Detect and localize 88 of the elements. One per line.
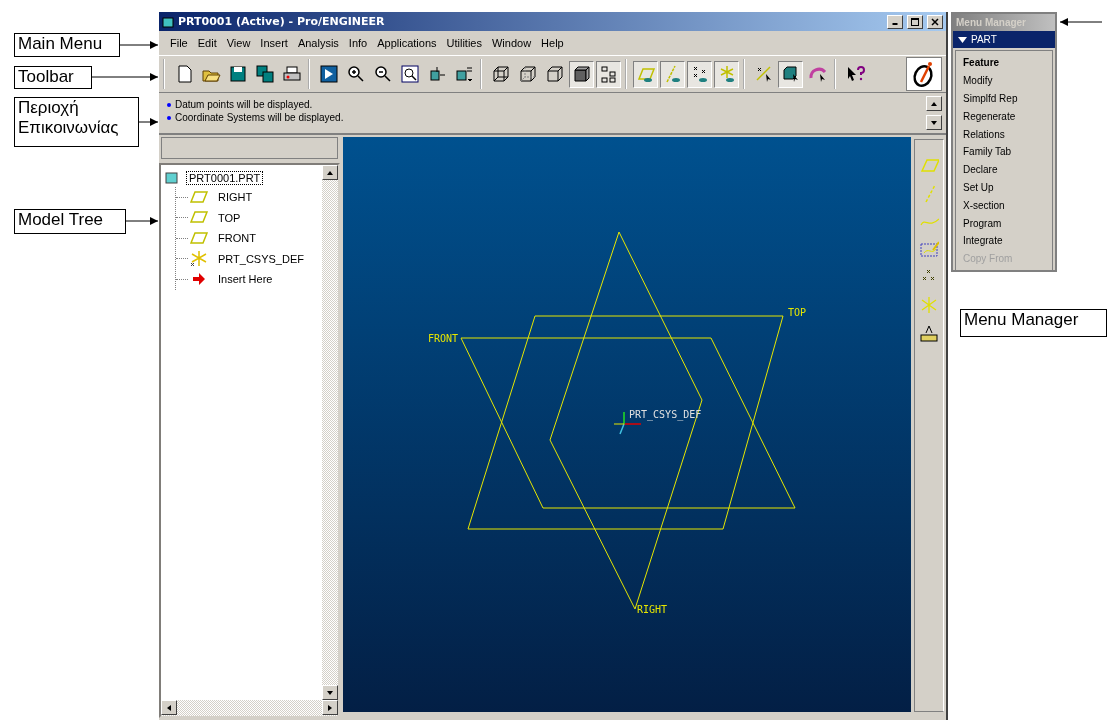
callout-label: Menu Manager [960, 309, 1107, 337]
bullet-icon [167, 102, 171, 107]
logo-button[interactable] [906, 57, 942, 91]
shaded-cube-icon [571, 64, 592, 84]
horizontal-scrollbar[interactable] [161, 700, 339, 716]
wireframe-icon [490, 64, 511, 84]
arrow [1060, 17, 1102, 27]
arrow [139, 117, 158, 127]
coordinate-system-icon [190, 250, 208, 268]
menu-item[interactable]: Help [536, 35, 569, 51]
callout-label: Περιοχή Επικοινωνίας [14, 97, 139, 147]
menu-item[interactable]: Applications [372, 35, 442, 51]
menu-item[interactable]: Info [343, 35, 373, 51]
scroll-down-button[interactable] [926, 115, 942, 130]
tree-item[interactable]: PRT0001.PRT [187, 172, 263, 184]
bullet-icon [167, 115, 171, 120]
zoom-out-icon [372, 64, 393, 84]
callout-label: Main Menu [14, 33, 120, 57]
menu-item[interactable]: Declare [963, 160, 1045, 179]
maximize-icon [910, 16, 920, 27]
scroll-left-button[interactable] [161, 700, 177, 715]
menu-item[interactable]: Utilities [441, 35, 487, 51]
window-title: PRT0001 (Active) - Pro/ENGINEER [178, 15, 386, 28]
maximize-button[interactable] [907, 14, 923, 29]
close-icon [930, 16, 940, 27]
message-text: Datum points will be displayed. [175, 99, 313, 110]
minimize-button[interactable] [887, 14, 903, 29]
menu-item[interactable]: Integrate [963, 231, 1045, 250]
zoom-in-icon [345, 64, 366, 84]
menu-item[interactable]: Insert [255, 35, 293, 51]
menu-item[interactable]: Regenerate [963, 107, 1045, 126]
floppy-disks-icon [254, 64, 275, 84]
menu-item[interactable]: Window [487, 35, 537, 51]
saved-views-icon [453, 64, 474, 84]
menu-item[interactable]: Set Up [963, 178, 1045, 197]
caret-icon [958, 36, 967, 43]
sketched-datum-icon [919, 239, 940, 259]
arrow [120, 40, 158, 50]
callout-label: Toolbar [14, 66, 92, 89]
hidden-line-icon [517, 64, 538, 84]
tree-item[interactable]: RIGHT [216, 191, 255, 204]
tree-item[interactable]: Insert Here [216, 273, 275, 286]
panel-title: Menu Manager [953, 14, 1055, 31]
left-arrow-icon [165, 703, 173, 712]
menu-item[interactable]: Relations [963, 125, 1045, 143]
toolbar-button[interactable] [687, 60, 712, 88]
tree-icon [598, 64, 619, 84]
scroll-up-button[interactable] [322, 165, 339, 180]
down-arrow-icon [930, 118, 938, 127]
message-text: Coordinate Systems will be displayed. [175, 112, 344, 123]
tree-item[interactable]: FRONT [216, 232, 258, 245]
tree-item[interactable]: TOP [216, 211, 243, 224]
minimize-icon [892, 23, 898, 26]
plane-icon [190, 188, 208, 206]
coordinate-system: PRT_CSYS_DEF [613, 409, 702, 435]
menu-item[interactable]: View [221, 35, 256, 51]
menu-item[interactable]: Feature [963, 54, 1045, 72]
menu-item[interactable]: Family Tab [963, 143, 1045, 161]
menu-item[interactable]: X-section [963, 196, 1045, 215]
arrow-icon [190, 270, 208, 288]
scroll-right-button[interactable] [322, 700, 339, 715]
arrow [126, 216, 158, 226]
down-arrow-icon [326, 688, 335, 697]
toolbar-button[interactable] [778, 60, 803, 88]
menu-item[interactable]: Simplfd Rep [963, 89, 1045, 108]
menu-item[interactable]: File [165, 35, 193, 51]
scroll-down-button[interactable] [322, 685, 339, 700]
display-icon [318, 64, 339, 84]
no-hidden-icon [544, 64, 565, 84]
tree-item[interactable]: PRT_CSYS_DEF [216, 252, 306, 265]
toolbar-button[interactable] [596, 60, 621, 88]
plane-icon [190, 229, 208, 247]
menu-item[interactable]: Modify [963, 71, 1045, 90]
menu-header[interactable]: PART [953, 31, 1055, 48]
scroll-up-button[interactable] [926, 96, 942, 111]
close-button[interactable] [927, 14, 943, 29]
analysis-feature-icon [919, 323, 940, 343]
refit-icon [399, 64, 420, 84]
menu-item[interactable]: Edit [192, 35, 222, 51]
arrow [92, 72, 158, 82]
toolbar-button[interactable] [569, 60, 594, 88]
part-icon [165, 171, 179, 185]
vertical-scrollbar[interactable] [322, 165, 339, 700]
printer-icon [281, 64, 302, 84]
menu-item[interactable]: Program [963, 214, 1045, 232]
callout-label: Model Tree [14, 209, 126, 234]
menu-item[interactable]: Analysis [292, 35, 344, 51]
part-icon [162, 15, 174, 28]
